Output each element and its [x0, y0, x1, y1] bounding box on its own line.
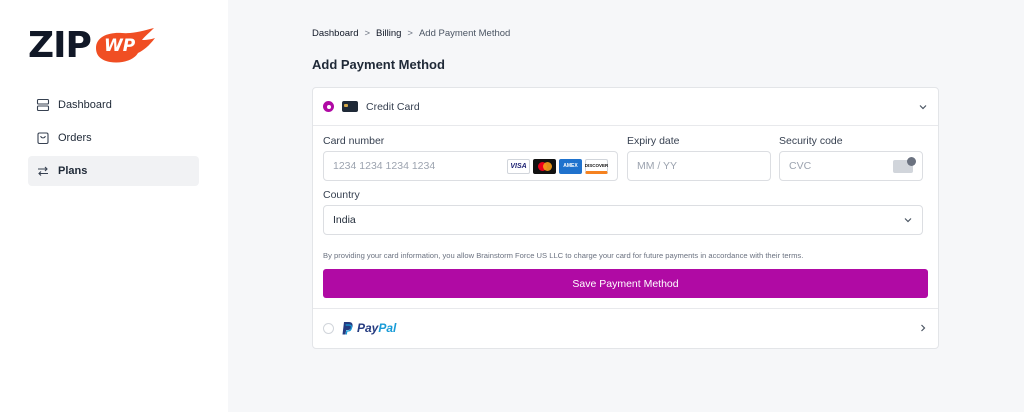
chevron-right-icon[interactable] [918, 323, 928, 333]
sidebar-item-orders[interactable]: Orders [28, 123, 199, 153]
logo-wp-badge: WP [92, 28, 156, 64]
sidebar-item-label: Orders [58, 132, 92, 144]
expiry-date-input[interactable]: MM / YY [627, 151, 771, 181]
security-code-input[interactable]: CVC [779, 151, 923, 181]
paypal-text-pal: Pal [378, 321, 397, 335]
expiry-date-label: Expiry date [627, 135, 680, 147]
discover-icon: DISCOVER [585, 158, 608, 174]
paypal-logo: Pay Pal [342, 321, 396, 335]
credit-card-icon [342, 101, 358, 112]
visa-icon: VISA [507, 158, 530, 174]
paypal-text-pay: Pay [357, 321, 379, 335]
breadcrumb-separator: > [407, 28, 413, 39]
paypal-radio[interactable] [323, 322, 334, 334]
credit-card-form: Card number 1234 1234 1234 1234 VISA AME… [313, 126, 938, 309]
card-disclaimer: By providing your card information, you … [323, 251, 804, 260]
logo-zip-text: ZIP [28, 25, 92, 66]
payment-method-card: Credit Card Card number 1234 1234 1234 1… [312, 87, 939, 349]
breadcrumb-current: Add Payment Method [418, 28, 511, 39]
page-title: Add Payment Method [312, 57, 445, 72]
credit-card-option[interactable]: Credit Card [313, 88, 938, 126]
country-value: India [333, 214, 356, 226]
sidebar-item-dashboard[interactable]: Dashboard [28, 90, 199, 120]
amex-icon: AMEX [559, 158, 582, 174]
breadcrumb: Dashboard > Billing > Add Payment Method [312, 28, 510, 39]
card-number-label: Card number [323, 135, 385, 147]
sidebar-item-plans[interactable]: Plans [28, 156, 199, 186]
sidebar-item-label: Plans [58, 165, 88, 177]
card-number-input[interactable]: 1234 1234 1234 1234 VISA AMEX DISCOVER [323, 151, 618, 181]
cvc-placeholder: CVC [789, 160, 812, 172]
sidebar-item-label: Dashboard [58, 99, 112, 111]
sidebar: ZIP WP Dashboard Orders Plans [0, 0, 228, 412]
breadcrumb-billing[interactable]: Billing [376, 28, 401, 39]
mastercard-icon [533, 158, 556, 174]
credit-card-radio[interactable] [323, 101, 334, 112]
database-icon [36, 98, 50, 112]
country-label: Country [323, 189, 360, 201]
zipwp-logo[interactable]: ZIP WP [28, 26, 158, 66]
breadcrumb-separator: > [364, 28, 371, 39]
cvc-card-icon [893, 156, 916, 173]
bag-icon [36, 131, 50, 145]
expiry-placeholder: MM / YY [637, 160, 678, 172]
security-code-label: Security code [779, 135, 843, 147]
save-payment-method-button[interactable]: Save Payment Method [323, 269, 928, 298]
card-brands: VISA AMEX DISCOVER [507, 158, 608, 174]
paypal-icon [342, 321, 353, 335]
country-select[interactable]: India [323, 205, 923, 235]
breadcrumb-dashboard[interactable]: Dashboard [312, 28, 358, 39]
card-number-placeholder: 1234 1234 1234 1234 [333, 160, 436, 172]
chevron-down-icon [903, 215, 913, 225]
credit-card-label: Credit Card [366, 100, 420, 113]
sidebar-nav: Dashboard Orders Plans [28, 90, 199, 189]
logo-wp-text: WP [104, 36, 136, 56]
chevron-down-icon[interactable] [918, 102, 928, 112]
repeat-icon [36, 164, 50, 178]
paypal-option[interactable]: Pay Pal [313, 309, 938, 347]
